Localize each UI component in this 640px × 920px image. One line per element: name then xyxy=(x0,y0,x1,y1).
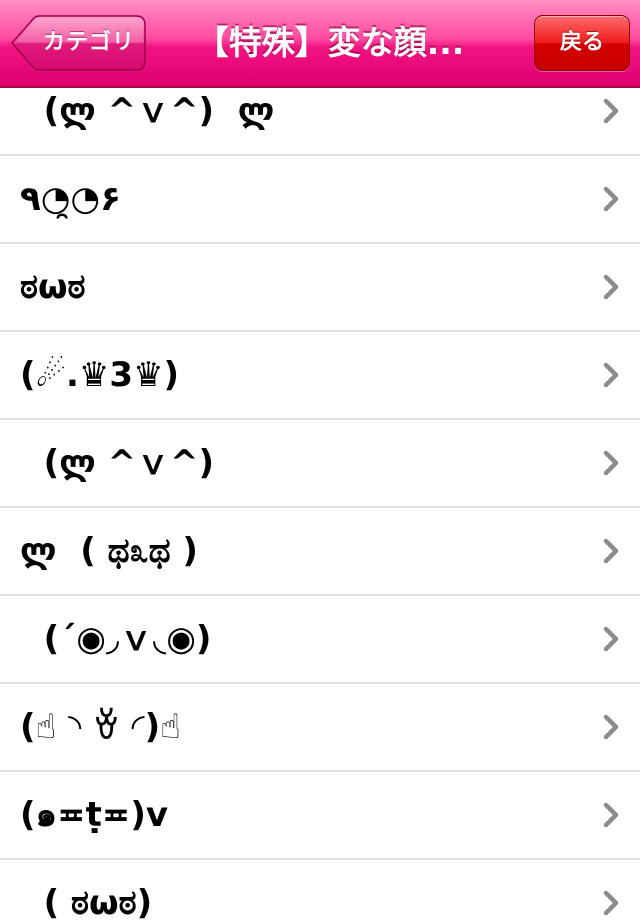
emoticon-list: (ლ ^ｖ^) ლ ٩◔̯◔۶ ಠωಠ (☄.♛3♛) (ლ ^ｖ^) ლ ( … xyxy=(0,68,640,920)
chevron-right-icon xyxy=(603,802,619,828)
chevron-right-icon xyxy=(603,890,619,916)
list-item[interactable]: ლ ( ಥ೩ಥ ) xyxy=(0,508,640,596)
list-item-label: ಠωಠ xyxy=(20,267,86,307)
list-item-label: (☝ ◝ ꈊ ◜)☝ xyxy=(20,707,181,747)
page-title: 【特殊】変な顔... xyxy=(195,23,465,62)
list-item-label: ლ ( ಥ೩ಥ ) xyxy=(20,531,198,571)
chevron-right-icon xyxy=(603,98,619,124)
list-item[interactable]: ٩◔̯◔۶ xyxy=(0,156,640,244)
list-item-label: (☄.♛3♛) xyxy=(20,355,180,395)
chevron-right-icon xyxy=(603,714,619,740)
list-item[interactable]: (´◉◞ｖ◟◉) xyxy=(0,596,640,684)
chevron-right-icon xyxy=(603,538,619,564)
list-item-label: ٩◔̯◔۶ xyxy=(20,179,121,219)
chevron-right-icon xyxy=(603,626,619,652)
chevron-right-icon xyxy=(603,450,619,476)
back-button-label: カテゴリ xyxy=(42,30,135,55)
chevron-right-icon xyxy=(603,186,619,212)
list-item[interactable]: ( ಠωಠ) xyxy=(0,860,640,920)
list-item-label: (ლ ^ｖ^) xyxy=(20,443,215,483)
list-item-label: (´◉◞ｖ◟◉) xyxy=(20,619,212,659)
navigation-bar: カテゴリ 【特殊】変な顔... 戻る xyxy=(0,0,640,88)
list-item[interactable]: (☄.♛3♛) xyxy=(0,332,640,420)
list-item[interactable]: (ლ ^ｖ^) xyxy=(0,420,640,508)
app-screen: (ლ ^ｖ^) ლ ٩◔̯◔۶ ಠωಠ (☄.♛3♛) (ლ ^ｖ^) ლ ( … xyxy=(0,0,640,920)
list-item-label: ( ಠωಠ) xyxy=(20,883,153,920)
back-button[interactable]: カテゴリ xyxy=(10,15,146,71)
list-item-label: (๑≖ṭ≖)v xyxy=(20,795,169,835)
list-item[interactable]: ಠωಠ xyxy=(0,244,640,332)
return-button[interactable]: 戻る xyxy=(534,15,630,71)
list-item[interactable]: (๑≖ṭ≖)v xyxy=(0,772,640,860)
chevron-right-icon xyxy=(603,274,619,300)
list-item[interactable]: (☝ ◝ ꈊ ◜)☝ xyxy=(0,684,640,772)
chevron-right-icon xyxy=(603,362,619,388)
